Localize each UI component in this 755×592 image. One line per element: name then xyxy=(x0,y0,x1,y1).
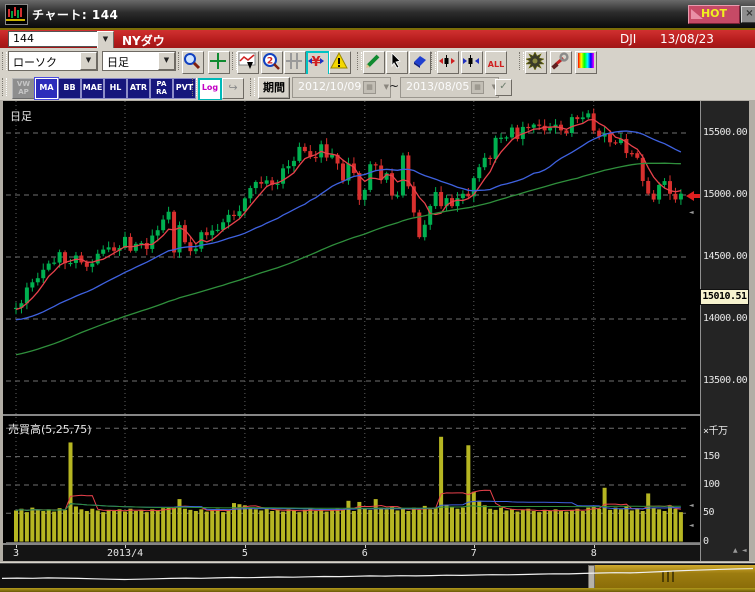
window-bottom-edge xyxy=(0,588,755,592)
grid-icon[interactable] xyxy=(208,51,230,74)
volume-tick-label: 50 xyxy=(703,507,715,519)
chart-app-icon xyxy=(5,4,28,25)
calendar-icon[interactable]: ▦ xyxy=(471,81,484,94)
indicator-button-ma[interactable]: MA xyxy=(34,77,59,100)
indicator-button-atr[interactable]: ATR xyxy=(127,78,150,99)
toolbar-grip[interactable] xyxy=(357,52,362,70)
title-bar: チャート: 144 HOT × xyxy=(0,0,755,30)
zoom-2-icon[interactable]: 2 xyxy=(261,51,283,74)
toolbar-main: ローソク ▼ 日足 ▼ 2 ¥ ALL xyxy=(0,48,755,76)
indicator-button-hl[interactable]: HL xyxy=(104,78,127,99)
warning-icon[interactable] xyxy=(329,51,351,74)
scroll-arrow-icon[interactable]: ◄ xyxy=(689,503,694,509)
svg-text:¥: ¥ xyxy=(311,55,320,70)
toolbar-grip[interactable] xyxy=(431,52,436,70)
indicator-button-mae[interactable]: MAE xyxy=(81,78,104,99)
eraser-icon[interactable] xyxy=(409,51,431,74)
svg-text:2: 2 xyxy=(267,57,273,67)
scroll-arrow-icon[interactable]: ◄ xyxy=(689,523,694,529)
symbol-ticker: DJI xyxy=(620,32,637,46)
time-axis-label: 6 xyxy=(361,548,368,559)
indicator-button-para[interactable]: PA RA xyxy=(150,78,173,99)
period-button[interactable]: 期間 xyxy=(258,77,290,99)
time-axis-label: 7 xyxy=(470,548,477,559)
hot-triangle-icon xyxy=(691,9,703,19)
toolbar-icons: 2 ¥ ALL xyxy=(0,48,755,76)
scroll-arrow-icon[interactable]: ◄ xyxy=(689,210,694,216)
toolbar-grip[interactable] xyxy=(519,52,524,70)
price-tick-label: 13500.00 xyxy=(703,375,748,386)
last-price-tag: 15010.51 xyxy=(700,289,749,305)
time-axis-label: 8 xyxy=(590,548,597,559)
price-tick-label: 14500.00 xyxy=(703,251,748,262)
log-scale-button[interactable]: Log xyxy=(198,78,222,101)
chart-frame: 日足売買高(5,25,75) 15500.00 15000.00 14500.00 14… xyxy=(0,100,755,562)
toolbar-indicators: VW AP MA BB MAE HL ATR PA RA PVT Log ↪ 期間 2012/10… xyxy=(0,74,755,101)
time-axis-label: 3 xyxy=(13,548,20,559)
candle-compress-icon[interactable] xyxy=(461,51,483,74)
draw-pencil-icon[interactable] xyxy=(363,51,385,74)
select-cursor-icon[interactable] xyxy=(386,51,408,74)
volume-unit-label: ×千万 xyxy=(703,426,728,438)
hot-button[interactable]: HOT xyxy=(688,5,740,24)
chart-window: チャート: 144 HOT × 144 ▼ NYダウ DJI 13/08/23 … xyxy=(0,0,755,592)
indicator-button-vwap[interactable]: VW AP xyxy=(12,78,35,99)
indicator-button-bb[interactable]: BB xyxy=(58,78,81,99)
date-from-field[interactable]: 2012/10/09 ▦ ▼ xyxy=(292,77,391,98)
volume-pane-label: 売買高(5,25,75) xyxy=(8,423,92,436)
history-navigator xyxy=(0,563,755,591)
scroll-arrow-icon[interactable]: ◄ xyxy=(742,548,747,554)
time-axis-label: 2013/4 xyxy=(107,548,144,559)
calendar-icon[interactable]: ▦ xyxy=(363,81,376,94)
price-tick-label: 15500.00 xyxy=(703,127,748,138)
chart-overlays: 日足売買高(5,25,75) 15500.00 15000.00 14500.00 14… xyxy=(0,100,755,562)
scroll-arrow-icon[interactable]: ▲ xyxy=(733,548,738,554)
window-title: チャート: 144 xyxy=(32,8,119,22)
volume-tick-label: 100 xyxy=(703,478,720,490)
color-palette-icon[interactable] xyxy=(575,51,597,74)
symbol-date: 13/08/23 xyxy=(660,32,714,46)
chart-export-icon[interactable] xyxy=(237,51,259,74)
settings-gear-icon[interactable] xyxy=(525,51,547,74)
price-pane-label: 日足 xyxy=(10,110,32,123)
flip-chart-button[interactable]: ↪ xyxy=(222,78,244,99)
navigator-grip-icon[interactable] xyxy=(662,571,680,582)
grid-alt-icon[interactable] xyxy=(284,51,306,74)
candle-expand-icon[interactable] xyxy=(437,51,459,74)
symbol-dropdown-icon[interactable]: ▼ xyxy=(97,31,114,49)
price-tick-label: 15000.00 xyxy=(703,189,748,200)
time-axis-label: 5 xyxy=(241,548,248,559)
close-icon[interactable]: × xyxy=(741,6,755,23)
date-range-separator: ~ xyxy=(389,79,400,93)
toolbar-grip[interactable] xyxy=(192,78,197,96)
price-tick-label: 14000.00 xyxy=(703,313,748,324)
tools-wrench-icon[interactable] xyxy=(550,51,572,74)
symbol-code-input[interactable]: 144 xyxy=(8,31,102,47)
volume-tick-label: 0 xyxy=(703,535,709,547)
all-label-icon[interactable]: ALL xyxy=(485,51,507,74)
date-to-field[interactable]: 2013/08/05 ▦ ▼ xyxy=(400,77,499,98)
symbol-bar: 144 ▼ NYダウ DJI 13/08/23 xyxy=(0,30,755,49)
zoom-in-icon[interactable] xyxy=(182,51,204,74)
apply-period-button[interactable]: ✓ xyxy=(495,79,512,96)
symbol-name: NYダウ xyxy=(122,34,165,48)
toolbar-grip[interactable] xyxy=(250,78,255,96)
volume-tick-label: 150 xyxy=(703,450,720,462)
yen-mark-icon[interactable]: ¥ xyxy=(306,51,330,76)
